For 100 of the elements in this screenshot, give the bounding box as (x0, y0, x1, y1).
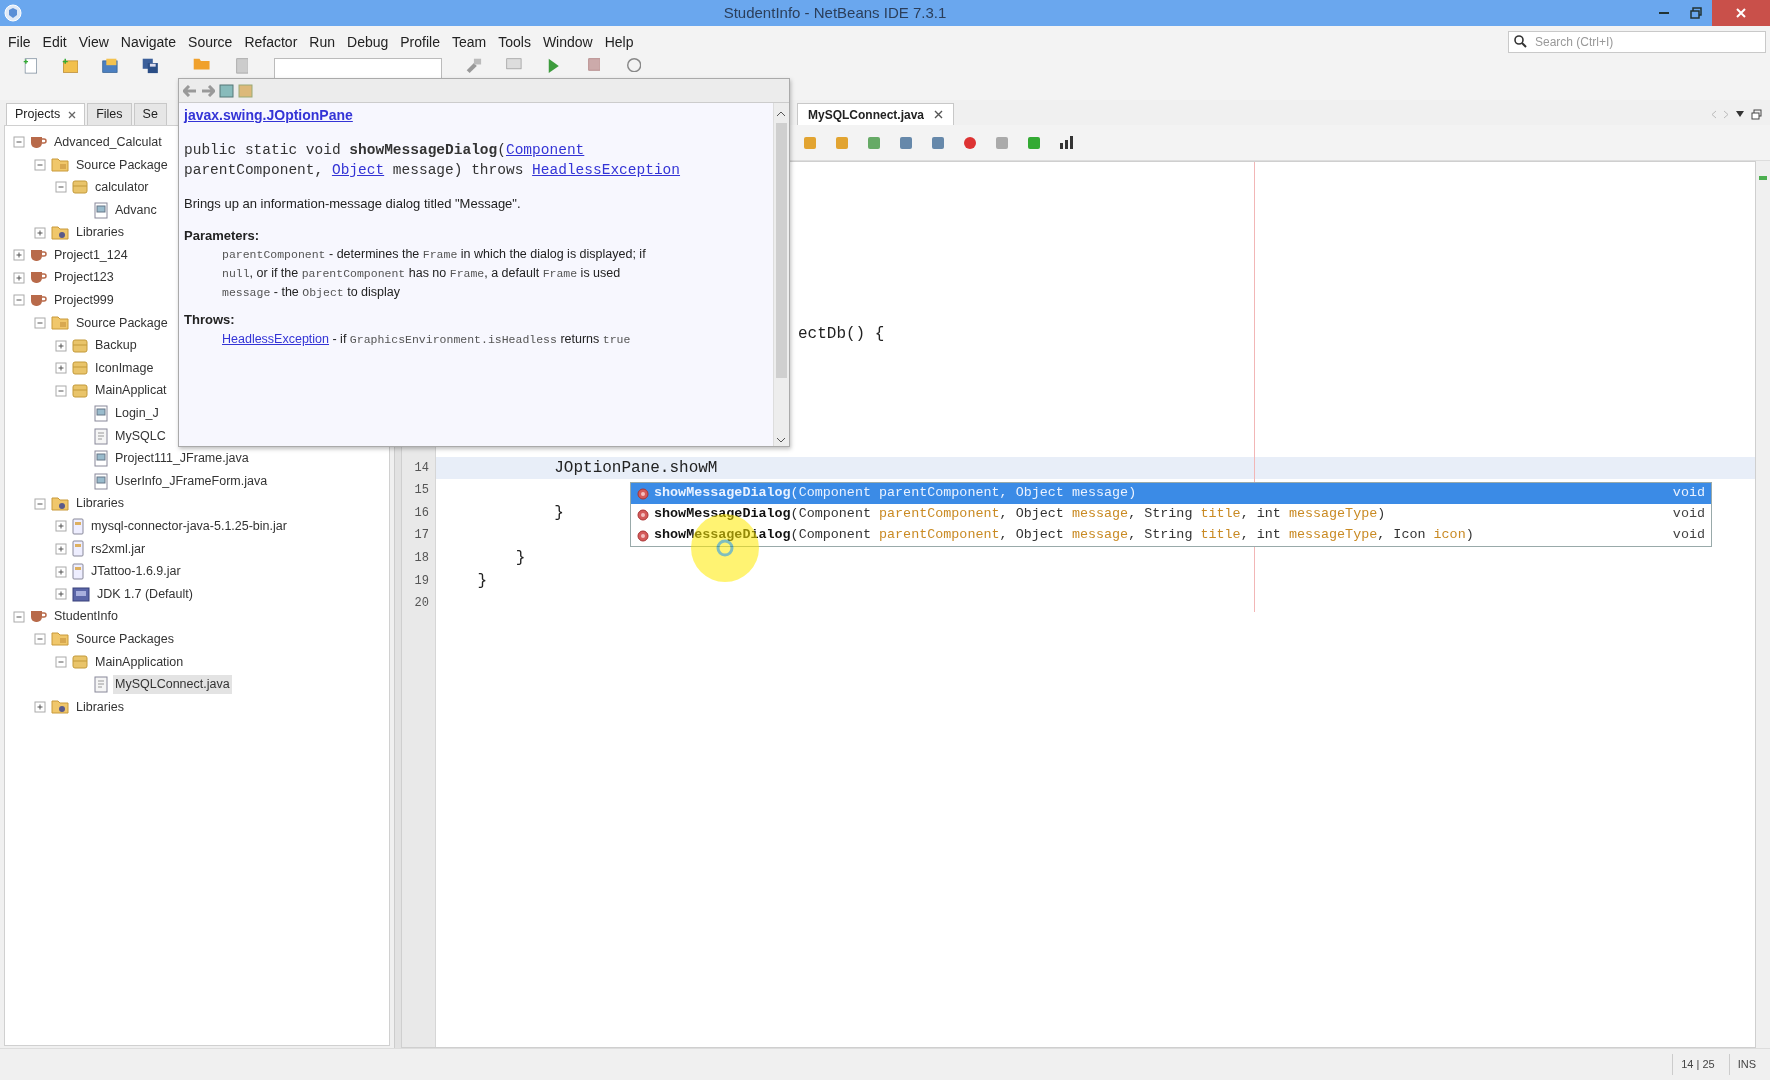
collapse-toggle[interactable] (34, 497, 46, 510)
method-signature: parentComponent, Object message) throws HeadlessException (184, 161, 682, 180)
line-number: 16 (413, 504, 430, 522)
expand-toggle[interactable] (55, 565, 67, 578)
close-icon[interactable] (68, 110, 77, 119)
caret-position: 14 | 25 (1672, 1054, 1723, 1075)
collapse-toggle[interactable] (55, 655, 67, 668)
tree-item[interactable]: Source Package (74, 313, 170, 333)
expand-toggle[interactable] (55, 520, 67, 533)
forward-arrow-icon[interactable] (201, 84, 215, 97)
package-folder-icon (51, 632, 69, 647)
tree-item[interactable]: rs2xml.jar (89, 539, 148, 559)
package-folder-icon (51, 157, 69, 172)
menu-item[interactable]: Team (445, 31, 493, 53)
package-icon (72, 654, 88, 669)
javadoc-link[interactable]: Component (505, 142, 585, 158)
jar-icon (72, 540, 84, 558)
expand-toggle[interactable] (55, 339, 67, 352)
tree-item[interactable]: MainApplication (93, 652, 186, 672)
panel-tab[interactable]: Files (87, 103, 132, 125)
tree-item[interactable]: JTattoo-1.6.9.jar (89, 562, 183, 581)
collapse-toggle[interactable] (34, 317, 46, 330)
tree-item[interactable]: Advanc (113, 200, 159, 220)
restore-window-icon[interactable] (1751, 108, 1762, 120)
tree-item[interactable]: Source Package (74, 155, 170, 175)
collapse-toggle[interactable] (13, 136, 25, 149)
tree-item[interactable]: UserInfo_JFrameForm.java (113, 471, 270, 491)
panel-tab[interactable]: Se (133, 103, 167, 125)
dropdown-icon[interactable] (1735, 110, 1745, 118)
javadoc-link[interactable]: Object (331, 162, 385, 178)
menu-item[interactable]: Source (182, 31, 239, 53)
menu-item[interactable]: Help (598, 31, 640, 53)
tree-item[interactable]: MySQLC (113, 426, 168, 446)
expand-toggle[interactable] (55, 362, 67, 375)
tree-item[interactable]: Project999 (52, 291, 116, 310)
tree-item[interactable]: Libraries (74, 223, 126, 243)
close-icon (1736, 8, 1746, 18)
menu-item[interactable]: Window (536, 31, 599, 53)
expand-toggle[interactable] (13, 271, 25, 284)
run-icon (548, 58, 560, 74)
return-type: void (1672, 526, 1705, 545)
open-project-icon (102, 58, 118, 74)
tree-item[interactable]: calculator (93, 178, 151, 197)
tree-item[interactable]: Source Packages (74, 630, 176, 649)
collapse-toggle[interactable] (13, 294, 25, 307)
tree-item[interactable]: Project111_JFrame.java (113, 449, 251, 468)
tree-item[interactable]: Libraries (74, 494, 126, 514)
return-type: void (1672, 505, 1705, 524)
line-number: 20 (413, 595, 430, 613)
tree-item[interactable]: Project1_124 (52, 245, 130, 265)
tree-item[interactable]: IconImage (93, 358, 156, 378)
back-arrow-icon[interactable] (183, 84, 197, 97)
menu-item[interactable]: File (2, 31, 37, 53)
scroll-thumb[interactable] (776, 123, 787, 378)
menu-item[interactable]: Tools (492, 31, 537, 53)
editor-tab[interactable]: MySQLConnect.java (797, 103, 955, 125)
menu-item[interactable]: Edit (36, 31, 73, 53)
menu-item[interactable]: Profile (394, 31, 446, 53)
expand-toggle[interactable] (34, 701, 46, 714)
close-button[interactable] (1712, 0, 1770, 26)
code-text: } (476, 571, 487, 590)
collapse-toggle[interactable] (34, 633, 46, 646)
library-folder-icon (51, 496, 69, 511)
collapse-toggle[interactable] (55, 181, 67, 194)
expand-toggle[interactable] (55, 543, 67, 555)
tree-item[interactable]: MainApplicat (93, 381, 169, 401)
collapse-toggle[interactable] (55, 384, 67, 397)
scrollbar[interactable] (773, 103, 789, 446)
close-icon[interactable] (934, 110, 944, 119)
expand-toggle[interactable] (34, 226, 46, 239)
panel-tab[interactable]: Projects (6, 103, 86, 125)
collapse-toggle[interactable] (34, 158, 46, 171)
menu-item[interactable]: Navigate (114, 31, 183, 53)
line-number: 19 (413, 572, 430, 590)
class-link[interactable]: javax.swing.JOptionPane (184, 107, 353, 123)
package-icon (72, 338, 88, 353)
menu-item[interactable]: Run (303, 31, 341, 53)
menu-item[interactable]: View (72, 31, 115, 53)
completion-item[interactable]: showMessageDialog(Component parentComponent, Object message, String title, int messageType) void (631, 504, 1711, 525)
collapse-toggle[interactable] (13, 610, 25, 623)
tree-item[interactable]: Advanced_Calculat (52, 132, 164, 152)
tree-item[interactable]: Login_J (113, 404, 161, 423)
status-marker (1759, 176, 1767, 180)
tree-item[interactable]: Backup (93, 336, 139, 355)
tree-item[interactable]: Project123 (52, 268, 116, 288)
search-field[interactable]: Search (Ctrl+I) (1508, 31, 1766, 53)
tree-item[interactable]: MySQLConnect.java (113, 675, 232, 694)
tree-item[interactable]: JDK 1.7 (Default) (95, 584, 195, 604)
tree-item[interactable]: StudentInfo (52, 607, 120, 627)
form-file-icon (94, 404, 108, 422)
expand-toggle[interactable] (55, 588, 67, 601)
menu-item[interactable]: Refactor (238, 31, 304, 53)
tree-item[interactable]: Libraries (74, 697, 126, 717)
javadoc-link[interactable]: HeadlessException (532, 162, 681, 178)
tree-item[interactable]: mysql-connector-java-5.1.25-bin.jar (89, 517, 289, 536)
package-icon (72, 361, 88, 376)
stop-macro-icon (995, 135, 1009, 150)
menu-item[interactable]: Debug (341, 31, 395, 53)
expand-toggle[interactable] (13, 249, 25, 262)
javadoc-link[interactable]: HeadlessException (222, 331, 329, 346)
